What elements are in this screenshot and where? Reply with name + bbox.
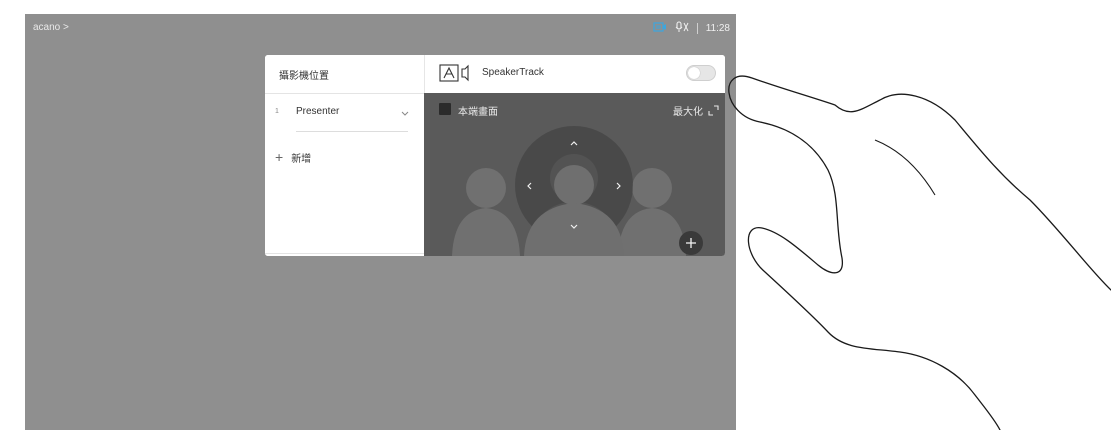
hand-pointer-illustration [728, 75, 1111, 430]
